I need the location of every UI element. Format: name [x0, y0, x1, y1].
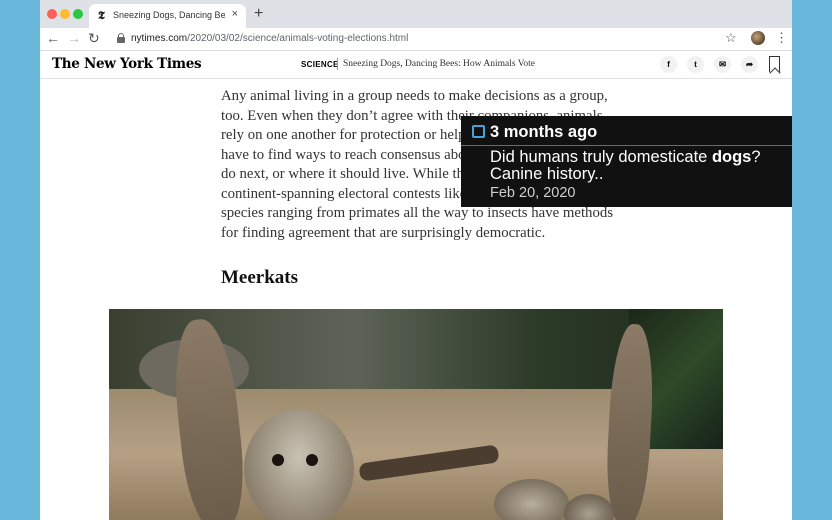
tab-title: Sneezing Dogs, Dancing Bees	[113, 10, 225, 20]
close-window-button[interactable]	[47, 9, 57, 19]
browser-menu-icon[interactable]: ⋮	[775, 30, 788, 46]
checkbox-icon[interactable]	[472, 125, 485, 138]
bookmark-star-icon[interactable]: ☆	[725, 30, 737, 46]
popup-divider	[461, 145, 792, 146]
close-tab-icon[interactable]: ×	[232, 8, 238, 20]
header-headline: Sneezing Dogs, Dancing Bees: How Animals…	[343, 59, 536, 69]
nyt-favicon-icon: 𝕿	[98, 9, 105, 22]
popup-title-before: Did humans truly domesticate	[490, 148, 712, 166]
nyt-logo[interactable]: The New York Times	[52, 56, 202, 72]
browser-window: 𝕿 Sneezing Dogs, Dancing Bees × + ← → ↻ …	[40, 0, 792, 520]
minimize-window-button[interactable]	[60, 9, 70, 19]
header-divider	[337, 58, 338, 70]
twitter-share-icon[interactable]: t	[687, 56, 704, 73]
popup-date: Feb 20, 2020	[490, 185, 576, 201]
section-subhead: Meerkats	[221, 267, 299, 288]
new-tab-button[interactable]: +	[254, 5, 263, 23]
lock-icon[interactable]	[117, 33, 125, 43]
share-more-icon[interactable]: ➦	[741, 56, 758, 73]
url-host: nytimes.com	[131, 33, 188, 44]
url-text[interactable]: nytimes.com/2020/03/02/science/animals-v…	[131, 33, 408, 44]
popup-title-bold: dogs	[711, 148, 752, 166]
tab-strip: 𝕿 Sneezing Dogs, Dancing Bees × +	[40, 0, 792, 28]
facebook-share-icon[interactable]: f	[660, 56, 677, 73]
reload-icon[interactable]: ↻	[88, 30, 100, 47]
save-bookmark-icon[interactable]	[769, 56, 780, 72]
url-path: /2020/03/02/science/animals-voting-elect…	[187, 33, 409, 44]
profile-avatar[interactable]	[751, 31, 765, 45]
forward-icon[interactable]: →	[67, 30, 81, 46]
back-icon[interactable]: ←	[46, 30, 60, 46]
meerkats-photo	[109, 309, 723, 520]
notification-popup[interactable]: 3 months ago Did humans truly domesticat…	[461, 116, 792, 207]
popup-title[interactable]: Did humans truly domesticate dogs? Canin…	[490, 149, 785, 183]
maximize-window-button[interactable]	[73, 9, 83, 19]
browser-toolbar: ← → ↻ nytimes.com/2020/03/02/science/ani…	[40, 28, 792, 51]
section-label[interactable]: SCIENCE	[301, 60, 339, 69]
address-bar[interactable]: nytimes.com/2020/03/02/science/animals-v…	[108, 30, 748, 49]
site-header: The New York Times SCIENCE Sneezing Dogs…	[40, 51, 792, 79]
popup-time: 3 months ago	[490, 123, 598, 141]
email-share-icon[interactable]: ✉	[714, 56, 731, 73]
tab-active[interactable]: 𝕿 Sneezing Dogs, Dancing Bees ×	[89, 4, 246, 28]
